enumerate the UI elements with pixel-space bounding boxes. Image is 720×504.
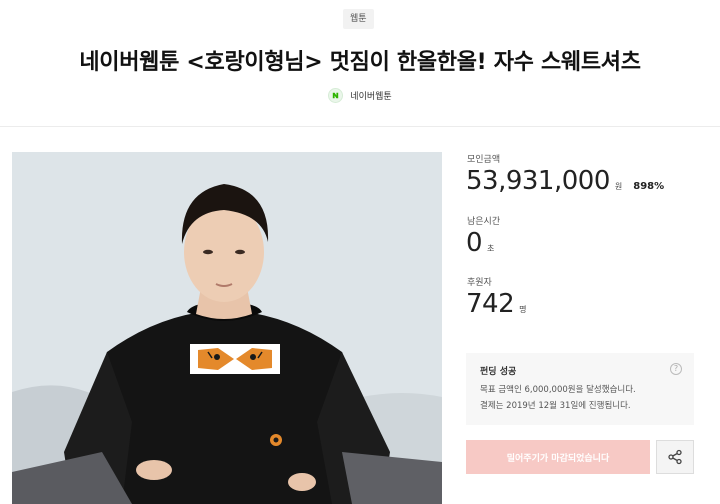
share-icon — [668, 449, 682, 465]
support-closed-button[interactable]: 밀어주기가 마감되었습니다 — [466, 440, 650, 474]
page-title: 네이버웹툰 <호랑이형님> 멋짐이 한올한올! 자수 스웨트셔츠 — [79, 50, 641, 75]
raised-amount-label: 모인금액 — [467, 155, 501, 165]
backers: 742 명 — [466, 289, 527, 319]
funding-status-box: 펀딩 성공 목표 금액인 6,000,000원을 달성했습니다. 결제는 201… — [466, 353, 694, 425]
header-divider — [0, 126, 720, 127]
funding-percent: 898% — [633, 181, 665, 192]
question-circle-icon[interactable]: ? — [670, 363, 682, 375]
share-button[interactable] — [656, 440, 694, 474]
time-left-value: 0 — [466, 228, 483, 258]
raised-amount: 53,931,000 원 898% — [466, 166, 664, 196]
time-left-unit: 초 — [487, 244, 495, 253]
funding-status-title: 펀딩 성공 — [480, 367, 517, 377]
funding-goal-text: 목표 금액인 6,000,000원을 달성했습니다. — [480, 385, 636, 395]
payment-date-text: 결제는 2019년 12월 31일에 진행됩니다. — [480, 401, 631, 411]
creator-link[interactable]: 네이버웹툰 — [0, 88, 720, 103]
backers-label: 후원자 — [467, 278, 492, 288]
product-image — [12, 152, 442, 504]
time-left: 0 초 — [466, 228, 494, 258]
backers-value: 742 — [466, 289, 515, 319]
raised-amount-value: 53,931,000 — [466, 166, 610, 196]
time-left-label: 남은시간 — [467, 217, 501, 227]
raised-amount-unit: 원 — [614, 182, 623, 191]
creator-name: 네이버웹툰 — [350, 92, 392, 102]
category-tag[interactable]: 웹툰 — [343, 9, 374, 29]
model-photo — [12, 152, 442, 504]
backers-unit: 명 — [519, 305, 527, 314]
naver-webtoon-logo-icon — [328, 88, 344, 103]
